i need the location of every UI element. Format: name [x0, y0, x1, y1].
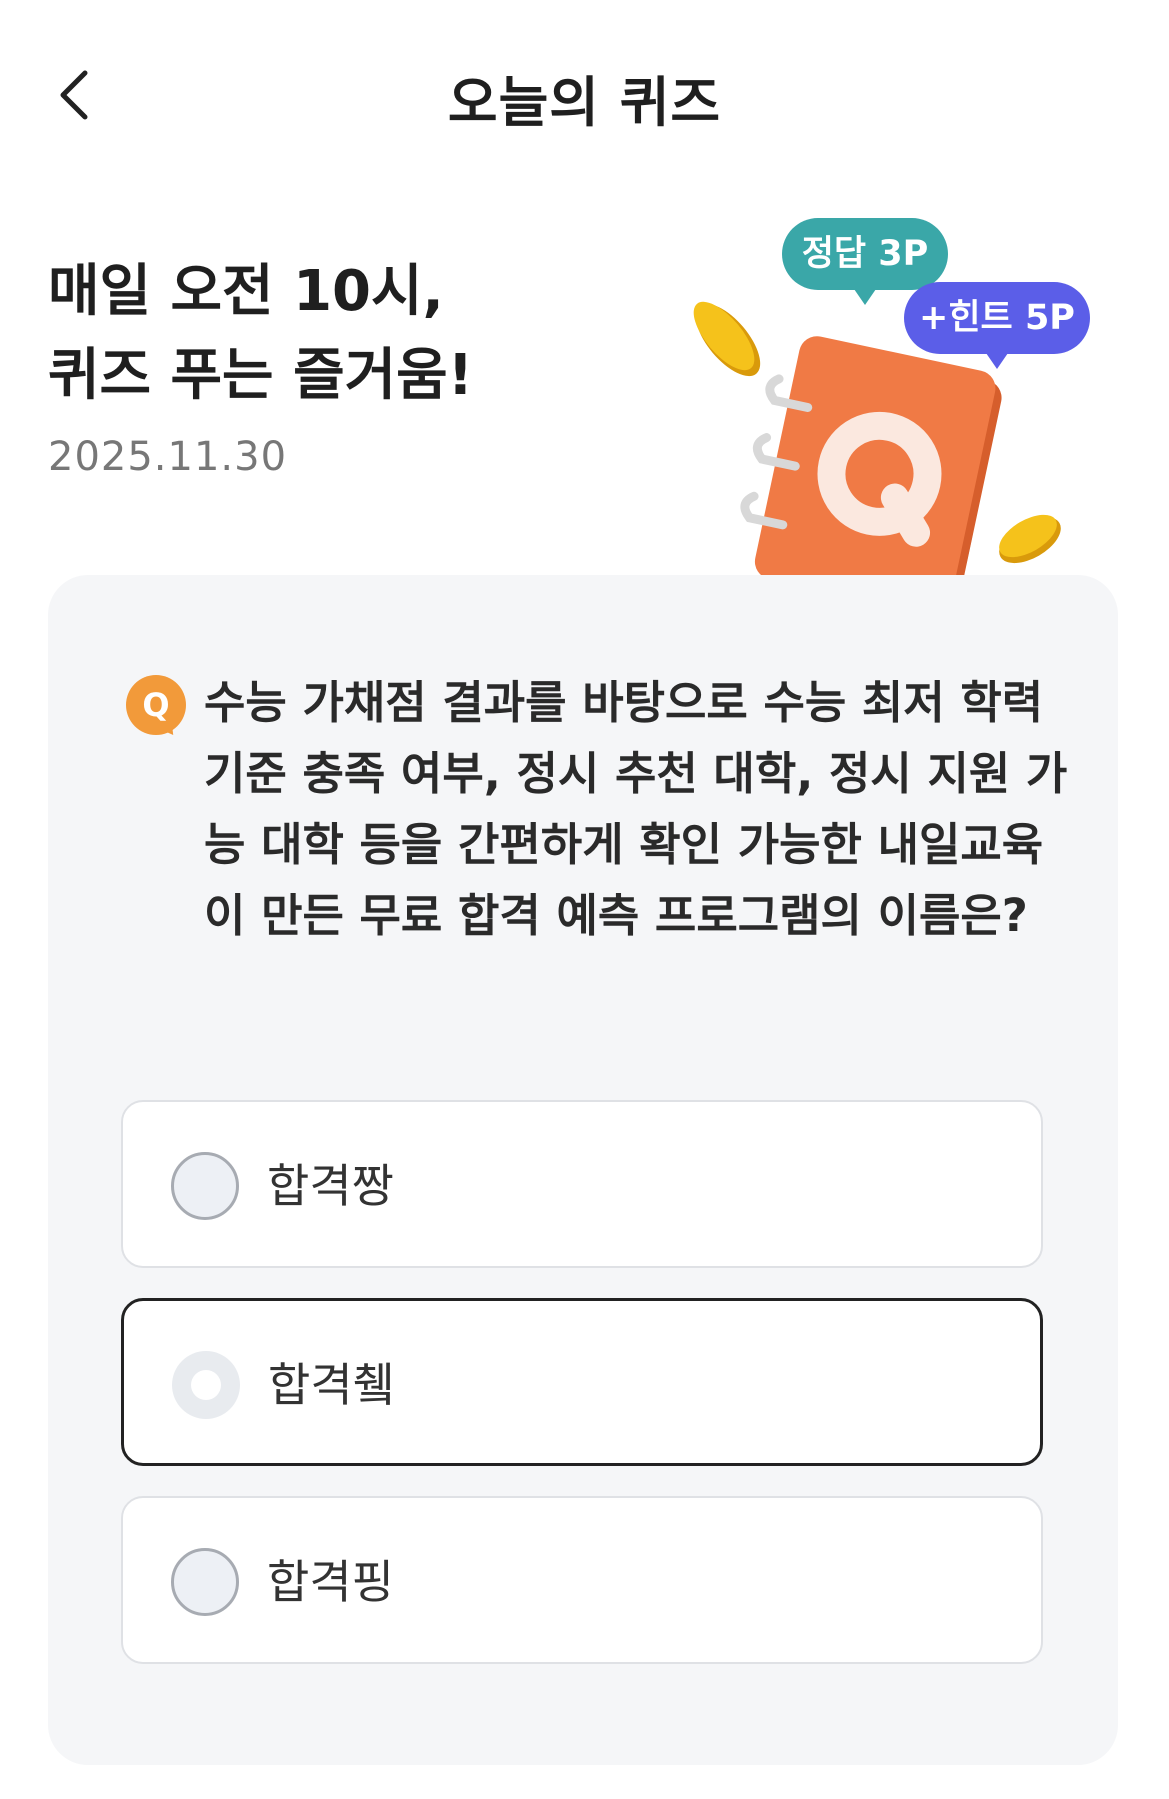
option-label: 합격짱: [267, 1159, 394, 1213]
option-2[interactable]: 합격췤: [121, 1298, 1043, 1466]
option-1[interactable]: 합격짱: [121, 1100, 1043, 1268]
answer-points-badge: 정답 3P: [782, 218, 948, 305]
option-label: 합격췤: [268, 1358, 395, 1412]
option-3[interactable]: 합격핑: [121, 1496, 1043, 1664]
radio-button-selected[interactable]: [172, 1351, 240, 1419]
hero-headline-line1: 매일 오전 10시,: [48, 259, 444, 324]
hero-section: 매일 오전 10시, 퀴즈 푸는 즐거움! 2025.11.30: [48, 250, 688, 480]
hint-points-badge: +힌트 5P: [904, 282, 1090, 369]
page-title: 오늘의 퀴즈: [447, 71, 722, 134]
question-badge: Q: [126, 675, 186, 735]
header: 오늘의 퀴즈: [0, 0, 1169, 190]
option-label: 합격핑: [267, 1555, 394, 1609]
radio-button[interactable]: [171, 1548, 239, 1616]
coin-icon-left: [693, 301, 761, 377]
quiz-date: 2025.11.30: [48, 434, 288, 480]
question-text: 수능 가채점 결과를 바탕으로 수능 최저 학력 기준 충족 여부, 정시 추천…: [204, 676, 1068, 942]
coin-icon-right: [999, 514, 1061, 564]
hero-headline-line2: 퀴즈 푸는 즐거움!: [48, 343, 474, 408]
radio-button[interactable]: [171, 1152, 239, 1220]
quiz-card: Q 수능 가채점 결과를 바탕으로 수능 최저 학력 기준 충족 여부, 정시 …: [48, 575, 1118, 1765]
